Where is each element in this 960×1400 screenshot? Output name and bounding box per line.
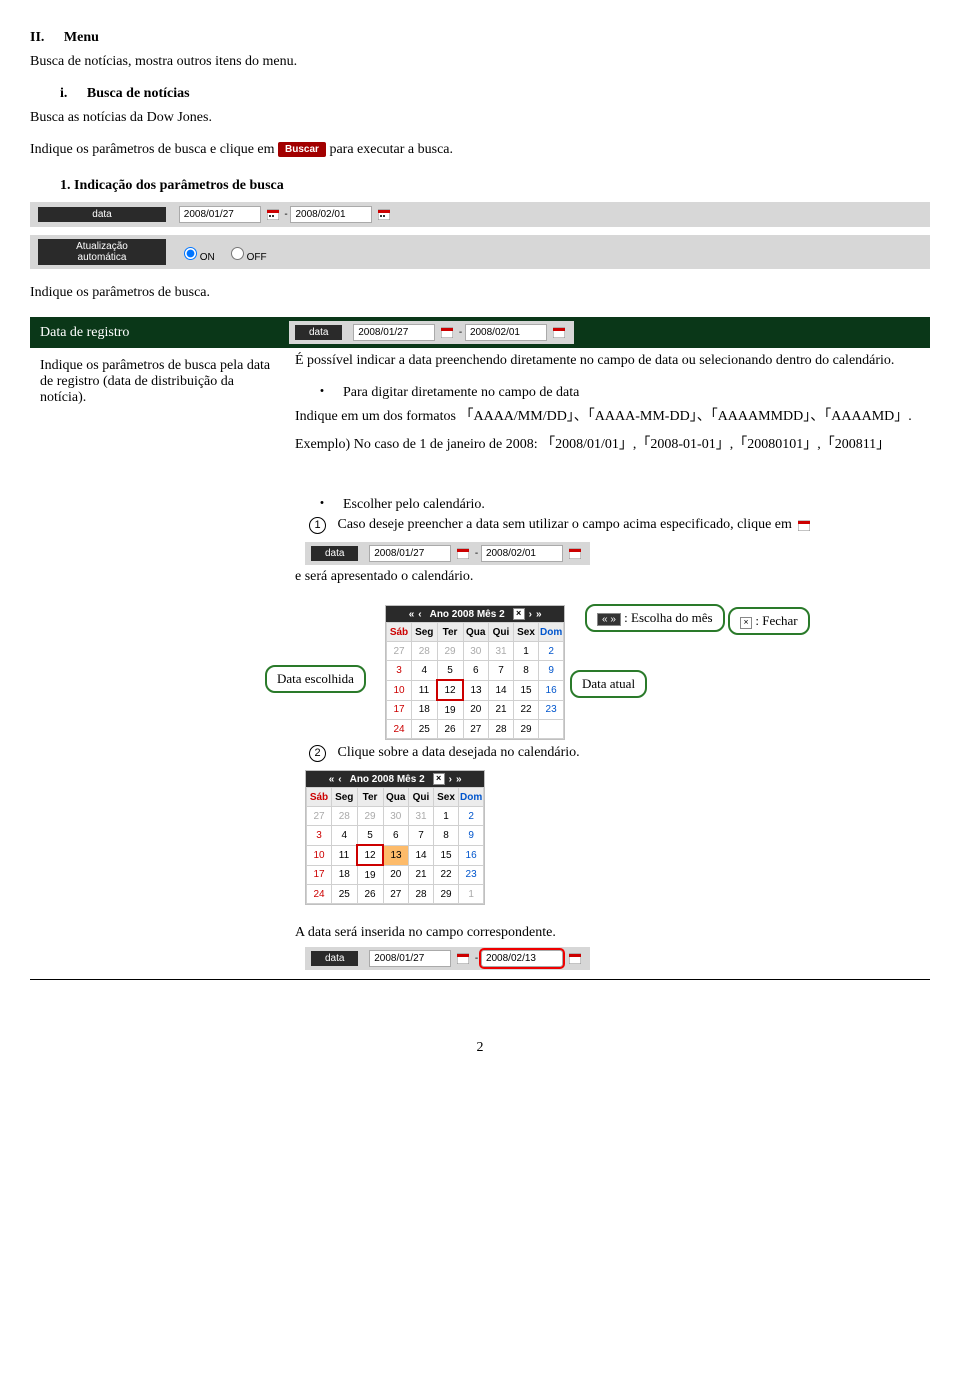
date-sep: - — [284, 209, 287, 220]
calendar-title: Ano 2008 Mês 2 — [350, 774, 425, 785]
callout-data-escolhida: Data escolhida — [265, 665, 366, 693]
text: : Fechar — [755, 613, 797, 628]
step-1: 1 Caso deseje preencher a data sem utili… — [295, 517, 920, 534]
def-right-content: É possível indicar a data preenchendo di… — [285, 348, 930, 980]
heading-ii: II. Menu — [30, 30, 930, 46]
text: É possível indicar a data preenchendo di… — [295, 353, 920, 369]
date-to-input[interactable] — [481, 545, 563, 562]
next-year-icon[interactable]: » — [536, 609, 542, 620]
ui-row-data-inline: data - — [289, 321, 574, 344]
ui-row-data: data - — [30, 202, 930, 227]
heading-1-num: 1. — [60, 178, 71, 193]
page-number: 2 — [30, 1040, 930, 1056]
label-data: data — [311, 951, 358, 966]
para-indique: Indique os parâmetros de busca. — [30, 285, 930, 301]
calendar-grid[interactable]: SábSegTerQuaQuiSexDom 272829303112 34567… — [306, 787, 484, 904]
ui-row-data-inline2: data - — [305, 542, 590, 565]
nav-icon: « » — [597, 613, 621, 626]
def-left-text: Indique os parâmetros de busca pela data… — [30, 348, 285, 980]
calendar-title: Ano 2008 Mês 2 — [430, 609, 505, 620]
next-month-icon[interactable]: › — [449, 774, 452, 785]
calendar-icon[interactable] — [569, 547, 581, 559]
para-busca-instr: Indique os parâmetros de busca e clique … — [30, 142, 930, 158]
text: Escolher pelo calendário. — [343, 497, 485, 512]
heading-1-title: Indicação dos parâmetros de busca — [74, 178, 284, 193]
text: Exemplo) No caso de 1 de janeiro de 2008… — [295, 433, 920, 453]
date-from-input[interactable] — [369, 545, 451, 562]
label-data: data — [311, 546, 358, 561]
prev-year-icon[interactable]: « — [329, 774, 335, 785]
text: A data será inserida no campo correspond… — [295, 925, 920, 941]
text: para executar a busca. — [329, 142, 453, 157]
heading-title: Menu — [64, 30, 99, 45]
calendar-icon[interactable] — [441, 326, 453, 338]
sep: - — [475, 548, 478, 559]
step-2: 2 Clique sobre a data desejada no calend… — [295, 745, 920, 762]
close-icon[interactable]: × — [433, 773, 445, 785]
callout-escolha-mes: « » : Escolha do mês — [585, 604, 725, 632]
label-data: data — [38, 207, 166, 222]
ui-row-auto: Atualização automática ON OFF — [30, 235, 930, 269]
bullet-2: ・ Escolher pelo calendário. — [315, 493, 920, 513]
prev-month-icon[interactable]: ‹ — [338, 774, 341, 785]
sep: - — [475, 953, 478, 964]
calendar-icon[interactable] — [457, 547, 469, 559]
heading-1: 1. Indicação dos parâmetros de busca — [60, 178, 930, 194]
text: Indique em um dos formatos 「AAAA/MM/DD」、… — [295, 405, 920, 425]
calendar-widget-2[interactable]: « ‹ Ano 2008 Mês 2 × › » SábSegTerQuaQui… — [305, 770, 485, 905]
radio-off-label: OFF — [247, 252, 267, 263]
circled-1: 1 — [309, 517, 326, 534]
date-to-input[interactable] — [290, 206, 372, 223]
calendar-icon[interactable] — [569, 952, 581, 964]
calendar-header: « ‹ Ano 2008 Mês 2 × › » — [306, 771, 484, 787]
bullet-1: ・ Para digitar diretamente no campo de d… — [315, 381, 920, 401]
next-month-icon[interactable]: › — [529, 609, 532, 620]
text: e será apresentado o calendário. — [295, 569, 920, 585]
ui-row-data-inline3: data - — [305, 947, 590, 970]
calendar-icon[interactable] — [553, 326, 565, 338]
next-year-icon[interactable]: » — [456, 774, 462, 785]
date-to-input-highlighted[interactable] — [481, 950, 563, 967]
calendar-widget[interactable]: « ‹ Ano 2008 Mês 2 × › » SábSegTerQuaQui… — [385, 605, 565, 740]
calendar-icon[interactable] — [457, 952, 469, 964]
heading-i-title: Busca de notícias — [87, 86, 190, 101]
radio-off[interactable] — [231, 247, 244, 260]
date-to-input[interactable] — [465, 324, 547, 341]
para-busca-desc: Busca as notícias da Dow Jones. — [30, 110, 930, 126]
label-auto: Atualização automática — [38, 239, 166, 265]
callout-fechar: × : Fechar — [728, 607, 809, 635]
text: Caso deseje preencher a data sem utiliza… — [338, 517, 792, 532]
calendar-grid[interactable]: SábSegTerQuaQuiSexDom 272829303112 34567… — [386, 622, 564, 739]
prev-month-icon[interactable]: ‹ — [418, 609, 421, 620]
callout-data-atual: Data atual — [570, 670, 647, 698]
heading-num: II. — [30, 30, 44, 45]
definition-table: Data de registro data - Indique os parâm… — [30, 317, 930, 980]
close-icon: × — [740, 617, 752, 629]
circled-2: 2 — [309, 745, 326, 762]
prev-year-icon[interactable]: « — [409, 609, 415, 620]
heading-i: i. Busca de notícias — [60, 86, 930, 102]
date-from-input[interactable] — [179, 206, 261, 223]
date-from-input[interactable] — [369, 950, 451, 967]
label-data: data — [295, 325, 342, 340]
date-from-input[interactable] — [353, 324, 435, 341]
calendar-layout-1: « ‹ Ano 2008 Mês 2 × › » SábSegTerQuaQui… — [295, 595, 920, 735]
sep: - — [459, 327, 462, 338]
text: Indique os parâmetros de busca e clique … — [30, 142, 275, 157]
heading-i-num: i. — [60, 86, 67, 101]
text: Clique sobre a data desejada no calendár… — [338, 745, 580, 760]
text: : Escolha do mês — [624, 610, 712, 625]
calendar-icon[interactable] — [378, 208, 390, 220]
para-menu-desc: Busca de notícias, mostra outros itens d… — [30, 54, 930, 70]
def-header-left: Data de registro — [30, 317, 285, 348]
radio-on-label: ON — [200, 252, 215, 263]
calendar-header: « ‹ Ano 2008 Mês 2 × › » — [386, 606, 564, 622]
radio-on[interactable] — [184, 247, 197, 260]
calendar-icon[interactable] — [798, 519, 810, 531]
text: Para digitar diretamente no campo de dat… — [343, 385, 579, 400]
buscar-button[interactable]: Buscar — [278, 142, 326, 157]
close-icon[interactable]: × — [513, 608, 525, 620]
calendar-icon[interactable] — [267, 208, 279, 220]
